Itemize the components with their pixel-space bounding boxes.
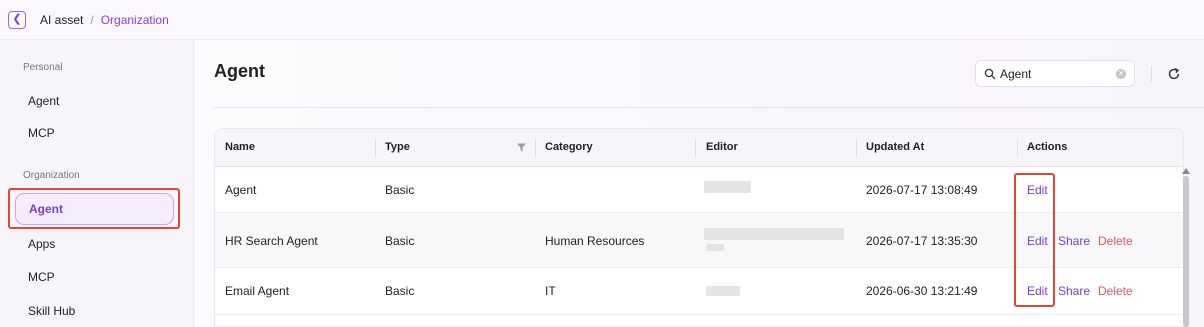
cell-name: Agent [225, 183, 257, 197]
section-label-personal: Personal [23, 62, 63, 73]
sidebar-item-org-apps[interactable]: Apps [28, 237, 55, 251]
search-icon [984, 68, 996, 79]
section-label-organization: Organization [23, 170, 80, 181]
main-content: Agent ✕ Name Type Category Editor Update… [195, 40, 1204, 327]
back-icon[interactable]: ❮ [8, 10, 26, 29]
column-header-name[interactable]: Name [225, 141, 255, 153]
sidebar-item-personal-mcp[interactable]: MCP [28, 126, 55, 140]
page-title: Agent [214, 61, 265, 81]
sidebar-item-org-agent[interactable]: Agent [15, 193, 174, 225]
clear-icon[interactable]: ✕ [1116, 68, 1126, 79]
editor-redacted [704, 228, 844, 240]
table-header: Name Type Category Editor Updated At Act… [215, 129, 1183, 167]
edit-button[interactable]: Edit [1027, 284, 1048, 298]
column-header-editor[interactable]: Editor [706, 141, 738, 153]
top-bar: ❮ AI asset / Organization [0, 0, 1204, 40]
cell-category: IT [545, 284, 556, 298]
cell-name: HR Search Agent [225, 234, 318, 248]
column-divider [695, 139, 696, 157]
scroll-thumb[interactable] [1183, 176, 1189, 327]
search-input[interactable] [1000, 66, 1110, 81]
table-row: HR Search Agent Basic Human Resources 20… [215, 213, 1183, 268]
editor-redacted [706, 244, 724, 251]
column-divider [375, 139, 376, 157]
column-divider [535, 139, 536, 157]
column-divider [856, 139, 857, 157]
search-box[interactable]: ✕ [975, 60, 1135, 87]
table-row: Email Agent Basic IT 2026-06-30 13:21:49… [215, 268, 1183, 315]
sidebar-item-personal-agent[interactable]: Agent [28, 94, 59, 108]
breadcrumb-separator: / [90, 12, 94, 27]
share-button[interactable]: Share [1058, 234, 1090, 248]
breadcrumb-root[interactable]: AI asset [40, 13, 83, 27]
column-divider [1017, 139, 1018, 157]
sidebar-item-org-mcp[interactable]: MCP [28, 270, 55, 284]
filter-icon[interactable] [517, 143, 526, 152]
breadcrumb-current: Organization [100, 12, 169, 27]
delete-button[interactable]: Delete [1098, 234, 1133, 248]
agent-table: Name Type Category Editor Updated At Act… [214, 128, 1184, 327]
scroll-up-icon[interactable] [1182, 168, 1190, 174]
toolbar-divider [1151, 66, 1152, 82]
cell-type: Basic [385, 183, 415, 197]
cell-category: Human Resources [545, 234, 645, 248]
edit-button[interactable]: Edit [1027, 183, 1048, 197]
sidebar: Personal Agent MCP Organization Agent Ap… [0, 40, 194, 327]
column-header-updated-at[interactable]: Updated At [866, 141, 924, 153]
refresh-icon[interactable] [1167, 67, 1181, 81]
cell-updated-at: 2026-07-17 13:35:30 [866, 234, 978, 248]
cell-type: Basic [385, 234, 415, 248]
column-header-category[interactable]: Category [545, 141, 593, 153]
edit-button[interactable]: Edit [1027, 234, 1048, 248]
cell-type: Basic [385, 284, 415, 298]
column-header-actions: Actions [1027, 141, 1068, 153]
share-button[interactable]: Share [1058, 284, 1090, 298]
cell-updated-at: 2026-07-17 13:08:49 [866, 183, 978, 197]
cell-name: Email Agent [225, 284, 290, 298]
header-divider [214, 107, 1204, 108]
delete-button[interactable]: Delete [1098, 284, 1133, 298]
column-header-type[interactable]: Type [385, 141, 410, 153]
table-row: Agent Basic 2026-07-17 13:08:49 Edit [215, 167, 1183, 213]
editor-redacted [704, 181, 751, 193]
cell-updated-at: 2026-06-30 13:21:49 [866, 284, 978, 298]
table-scrollbar[interactable] [1182, 168, 1190, 327]
sidebar-item-skill-hub[interactable]: Skill Hub [28, 304, 75, 318]
editor-redacted [706, 286, 740, 296]
